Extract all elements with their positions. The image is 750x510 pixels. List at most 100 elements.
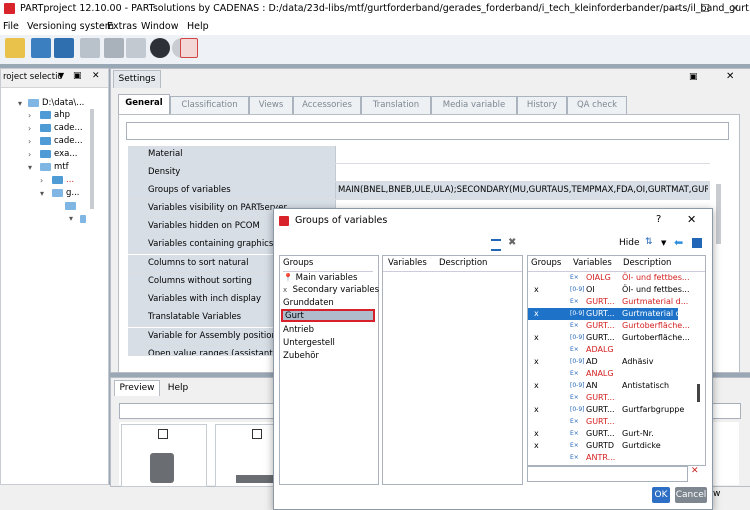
- arrow-left-icon[interactable]: ⬅: [674, 236, 683, 249]
- window-title: PARTproject 12.10.00 - PARTsolutions by …: [20, 3, 750, 14]
- checklist-icon[interactable]: [126, 38, 146, 58]
- sort-icon[interactable]: ⇅: [645, 237, 653, 247]
- panel-menu-icon[interactable]: ▼: [58, 71, 64, 80]
- settings-tab[interactable]: Settings: [113, 70, 161, 88]
- tree-collapse-icon[interactable]: ›: [28, 137, 31, 146]
- cube-icon: [252, 429, 262, 439]
- variable-row[interactable]: x [0-9] AD Adhäsiv: [528, 356, 678, 368]
- preview-thumbnail-1[interactable]: [121, 424, 207, 487]
- tab-qa-check[interactable]: QA check: [567, 96, 627, 114]
- tree-item-sub-1[interactable]: ...: [52, 175, 74, 185]
- settings-row[interactable]: Material: [128, 146, 710, 164]
- group-grunddaten[interactable]: Grunddaten: [283, 298, 334, 308]
- variable-row[interactable]: E× GURT...: [528, 392, 678, 404]
- tree-item-sub-3[interactable]: [80, 214, 89, 224]
- group-secondary-variables[interactable]: x Secondary variables: [283, 285, 379, 295]
- settings-vertical-scrollbar[interactable]: [716, 184, 721, 244]
- tab-help[interactable]: Help: [162, 381, 194, 396]
- tree-collapse-icon[interactable]: ›: [28, 150, 31, 159]
- table-icon[interactable]: [80, 38, 100, 58]
- variable-row[interactable]: x [0-9] GURT... Gurtfarbgruppe: [528, 404, 684, 416]
- panel-restore-icon[interactable]: ▣: [73, 71, 82, 81]
- variable-row[interactable]: E× ADALG: [528, 344, 678, 356]
- list-view-icon[interactable]: [491, 239, 501, 251]
- variable-row[interactable]: E× ANALG: [528, 368, 678, 380]
- tab-general[interactable]: General: [118, 94, 170, 115]
- tab-views[interactable]: Views: [249, 96, 293, 114]
- variable-row[interactable]: E× GURT...: [528, 416, 678, 428]
- tree-expand-icon[interactable]: ▾: [18, 99, 22, 108]
- group-untergestell[interactable]: Untergestell: [283, 338, 335, 348]
- variable-row[interactable]: x [0-9] AN Antistatisch: [528, 380, 678, 392]
- tree-collapse-icon[interactable]: ›: [40, 176, 43, 185]
- group-antrieb[interactable]: Antrieb: [283, 325, 314, 335]
- menu-file[interactable]: File: [3, 21, 19, 32]
- settings-filter-input[interactable]: [126, 122, 729, 140]
- settings-row[interactable]: Density: [128, 164, 710, 182]
- tree-item-cade-2[interactable]: cade...: [40, 136, 83, 146]
- menu-window[interactable]: Window: [141, 21, 178, 32]
- magnify-red-icon[interactable]: [180, 38, 198, 58]
- menu-versioning-system[interactable]: Versioning system: [27, 21, 114, 32]
- save-all-icon[interactable]: [54, 38, 74, 58]
- tab-classification[interactable]: Classification: [170, 96, 249, 114]
- settings-row-selected[interactable]: Groups of variables MAIN(BNEL,BNEB,ULE,UL…: [128, 182, 710, 200]
- tree-item-ahp[interactable]: ahp: [40, 110, 70, 120]
- variables-vertical-scrollbar[interactable]: [697, 384, 700, 402]
- globe-icon[interactable]: [150, 38, 170, 58]
- variable-row[interactable]: E× OIALG Öl- und fettbes...: [528, 272, 690, 284]
- delete-icon[interactable]: ✖: [508, 237, 516, 248]
- tree-item-sub-2[interactable]: [65, 201, 79, 211]
- variable-row[interactable]: x [0-9] GURT... Gurtoberfläche...: [528, 332, 690, 344]
- dialog-help-button[interactable]: ?: [656, 214, 661, 225]
- minimize-button[interactable]: —: [660, 0, 690, 18]
- settings-menu-icon[interactable]: ▣: [689, 72, 698, 82]
- tab-preview[interactable]: Preview: [114, 380, 160, 396]
- hide-label[interactable]: Hide: [619, 238, 640, 248]
- dropdown-arrow-icon[interactable]: ▼: [661, 239, 666, 247]
- variable-type-icon: [0-9]: [570, 286, 585, 293]
- variable-row[interactable]: x [0-9] GURT... Gurtmaterial d...: [528, 308, 688, 320]
- panel-close-icon[interactable]: ✕: [92, 71, 100, 81]
- save-icon[interactable]: [31, 38, 51, 58]
- dialog-close-button[interactable]: ✕: [687, 213, 696, 226]
- variable-row[interactable]: E× GURT... Gurtmaterial d...: [528, 296, 688, 308]
- tree-collapse-icon[interactable]: ›: [28, 111, 31, 120]
- tab-translation[interactable]: Translation: [361, 96, 431, 114]
- menu-extras[interactable]: Extras: [107, 21, 137, 32]
- maximize-button[interactable]: ☐: [690, 0, 720, 18]
- ok-button[interactable]: OK: [652, 487, 670, 503]
- variable-row[interactable]: x E× GURTD Gurtdicke: [528, 440, 678, 452]
- x-icon: x: [283, 286, 288, 294]
- cancel-button[interactable]: Cancel: [675, 487, 707, 503]
- tree-expand-icon[interactable]: ▾: [40, 189, 44, 198]
- group-gurt-selected[interactable]: Gurt: [281, 309, 375, 322]
- tree-item-root[interactable]: D:\data\...: [28, 98, 84, 108]
- tree-item-g[interactable]: g...: [52, 188, 80, 198]
- variable-row[interactable]: x E× GURT... Gurt-Nr.: [528, 428, 678, 440]
- tab-accessories[interactable]: Accessories: [293, 96, 361, 114]
- tab-history[interactable]: History: [517, 96, 567, 114]
- tree-collapse-icon[interactable]: ›: [28, 124, 31, 133]
- clear-filter-icon[interactable]: ✕: [691, 466, 699, 476]
- group-zubehoer[interactable]: Zubehör: [283, 351, 319, 361]
- variable-row[interactable]: x [0-9] OI Öl- und fettbes...: [528, 284, 690, 296]
- close-window-button[interactable]: ✕: [720, 0, 750, 18]
- settings-close-icon[interactable]: ✕: [726, 71, 734, 82]
- variable-row[interactable]: E× GURT... Gurtoberfläche...: [528, 320, 690, 332]
- tree-vertical-scrollbar[interactable]: [90, 109, 94, 209]
- variables-search-input[interactable]: [527, 466, 688, 482]
- group-main-variables[interactable]: 📍 Main variables: [283, 273, 357, 283]
- tools-icon[interactable]: [104, 38, 124, 58]
- tree-item-mtf[interactable]: mtf: [40, 162, 69, 172]
- tree-item-exa[interactable]: exa...: [40, 149, 77, 159]
- variable-type-icon: [0-9]: [570, 358, 585, 365]
- tree-expand-icon[interactable]: ▾: [28, 163, 32, 172]
- menu-help[interactable]: Help: [187, 21, 209, 32]
- tab-media-variable[interactable]: Media variable: [431, 96, 517, 114]
- tree-expand-icon[interactable]: ▾: [69, 214, 73, 223]
- variable-row[interactable]: E× ANTR...: [528, 452, 678, 462]
- grid-view-icon[interactable]: [692, 238, 702, 248]
- key-icon[interactable]: [5, 38, 25, 58]
- tree-item-cade-1[interactable]: cade...: [40, 123, 83, 133]
